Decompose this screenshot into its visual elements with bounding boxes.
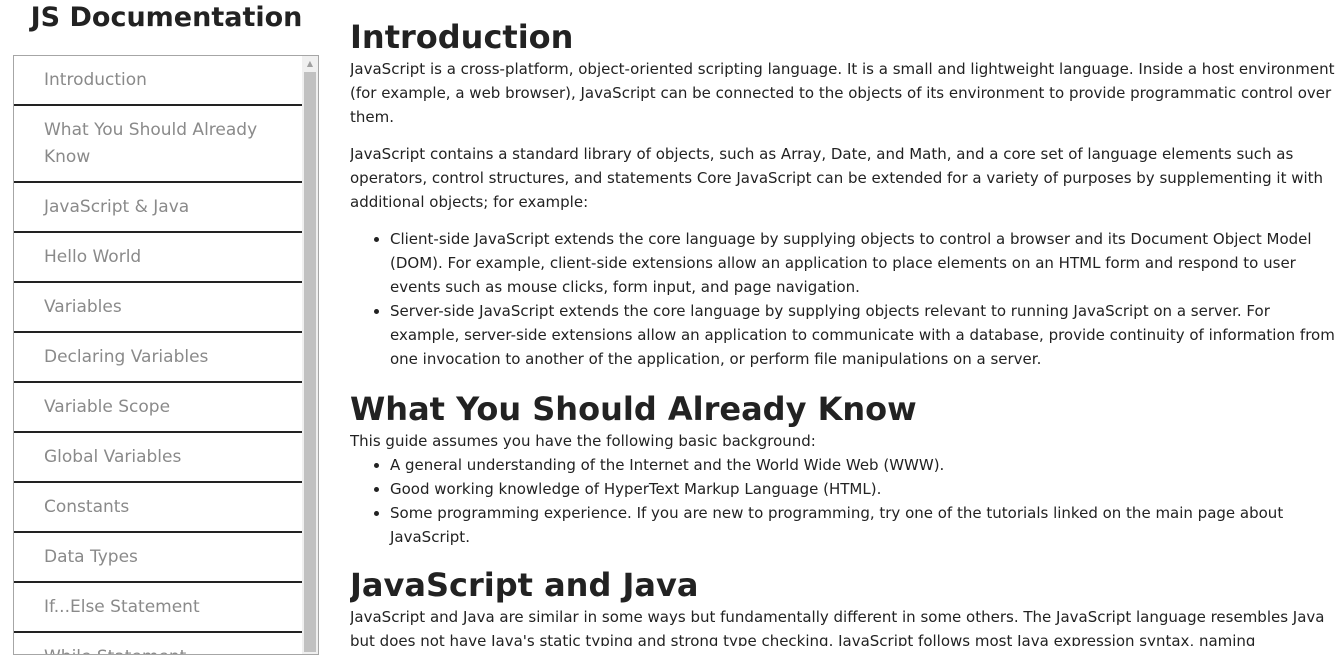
scroll-up-arrow-icon[interactable]: ▲ <box>302 56 318 72</box>
nav-item: Declaring Variables <box>14 333 302 383</box>
list-item: Server-side JavaScript extends the core … <box>390 299 1335 371</box>
nav-link-data-types[interactable]: Data Types <box>14 533 302 583</box>
paragraph: JavaScript is a cross-platform, object-o… <box>350 60 1335 126</box>
section-what-you-should-already-know: What You Should Already Know This guide … <box>350 389 1335 549</box>
nav-link-javascript-java[interactable]: JavaScript & Java <box>14 183 302 233</box>
nav-item: Data Types <box>14 533 302 583</box>
bullet-list: Client-side JavaScript extends the core … <box>350 227 1335 371</box>
paragraph: JavaScript and Java are similar in some … <box>350 608 1325 646</box>
list-item: A general understanding of the Internet … <box>390 453 1335 477</box>
nav-item: Variable Scope <box>14 383 302 433</box>
paragraph: JavaScript contains a standard library o… <box>350 145 1324 211</box>
list-item: Some programming experience. If you are … <box>390 501 1335 549</box>
nav-link-hello-world[interactable]: Hello World <box>14 233 302 283</box>
nav-link-introduction[interactable]: Introduction <box>14 56 302 106</box>
section-javascript-and-java: JavaScript and Java JavaScript and Java … <box>350 565 1335 646</box>
nav-list-container: Introduction What You Should Already Kno… <box>13 55 319 655</box>
list-item: Good working knowledge of HyperText Mark… <box>390 477 1335 501</box>
nav-link-declaring-variables[interactable]: Declaring Variables <box>14 333 302 383</box>
section-heading: Introduction <box>350 18 574 56</box>
nav-list: Introduction What You Should Already Kno… <box>14 56 302 654</box>
main-content: Introduction JavaScript is a cross-platf… <box>350 0 1335 646</box>
nav-item: If...Else Statement <box>14 583 302 633</box>
nav-item: JavaScript & Java <box>14 183 302 233</box>
section-heading: What You Should Already Know <box>350 390 917 428</box>
sidebar-nav: JS Documentation Introduction What You S… <box>0 0 330 655</box>
nav-link-global-variables[interactable]: Global Variables <box>14 433 302 483</box>
nav-item: Variables <box>14 283 302 333</box>
nav-item: Hello World <box>14 233 302 283</box>
section-introduction: Introduction JavaScript is a cross-platf… <box>350 17 1335 371</box>
nav-title: JS Documentation <box>30 2 303 33</box>
nav-link-variable-scope[interactable]: Variable Scope <box>14 383 302 433</box>
paragraph: This guide assumes you have the followin… <box>350 432 816 450</box>
nav-scrollbar[interactable]: ▲ <box>302 56 318 654</box>
nav-item: Global Variables <box>14 433 302 483</box>
nav-item: While Statement <box>14 633 302 654</box>
nav-item: Introduction <box>14 56 302 106</box>
nav-link-constants[interactable]: Constants <box>14 483 302 533</box>
nav-link-what-you-should-already-know[interactable]: What You Should Already Know <box>14 106 302 183</box>
nav-item: Constants <box>14 483 302 533</box>
bullet-list: A general understanding of the Internet … <box>350 453 1335 549</box>
nav-link-while-statement[interactable]: While Statement <box>14 633 302 654</box>
scrollbar-thumb[interactable] <box>304 72 316 652</box>
section-heading: JavaScript and Java <box>350 566 699 604</box>
nav-link-variables[interactable]: Variables <box>14 283 302 333</box>
nav-link-if-else-statement[interactable]: If...Else Statement <box>14 583 302 633</box>
nav-item: What You Should Already Know <box>14 106 302 183</box>
list-item: Client-side JavaScript extends the core … <box>390 227 1335 299</box>
